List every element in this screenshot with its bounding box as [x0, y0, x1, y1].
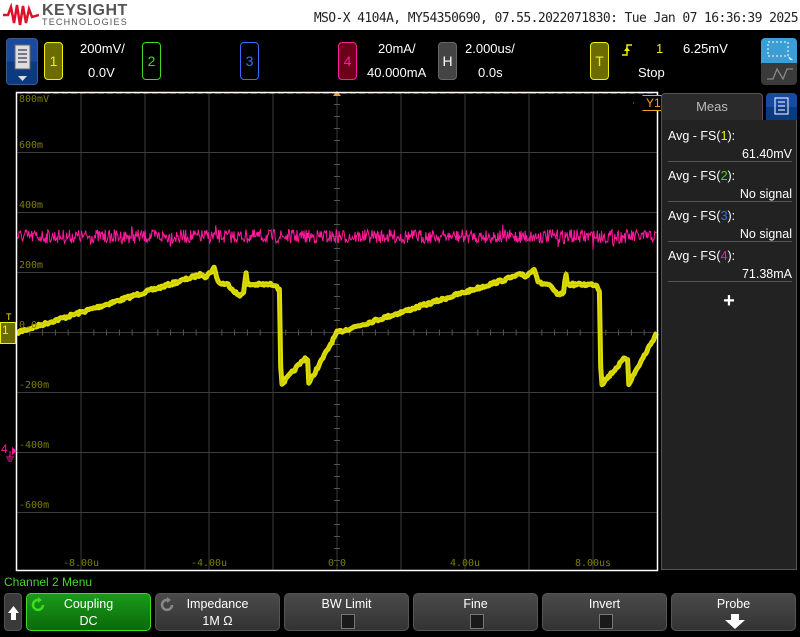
checkbox[interactable]: [470, 614, 484, 629]
add-measurement-button[interactable]: +: [662, 290, 796, 313]
x-tick-label: -4.00u: [187, 558, 231, 569]
menu-up-button[interactable]: [4, 593, 22, 631]
softkey-value: 1M Ω: [156, 614, 279, 628]
measurement-value: 71.38mA: [742, 267, 792, 281]
rotate-knob-icon: [160, 597, 176, 613]
softkey-bw-limit[interactable]: BW Limit: [284, 593, 409, 631]
channel-1-button[interactable]: 1: [44, 42, 63, 80]
measurement-name: Avg - FS(2):: [668, 169, 735, 183]
measurement-value: No signal: [740, 227, 792, 241]
softkey-title: BW Limit: [285, 597, 408, 611]
trigger-button[interactable]: T: [590, 42, 609, 80]
meas-tab[interactable]: Meas: [661, 93, 763, 121]
measurement-label: Avg - FS(: [668, 209, 721, 223]
measurement-label-end: ):: [728, 249, 736, 263]
measurement-row[interactable]: Avg - FS(1): 61.40mV: [668, 122, 792, 162]
ch1-ground-marker[interactable]: 1: [0, 322, 16, 344]
y-tick-label: -600m: [19, 500, 49, 511]
arrow-up-icon: [5, 594, 23, 632]
ch1-offset[interactable]: 0.0V: [88, 65, 115, 80]
softkey-title: Probe: [672, 597, 795, 611]
y-tick-label: 400m: [19, 200, 43, 211]
softkey-fine[interactable]: Fine: [413, 593, 538, 631]
select-zoom-button[interactable]: [761, 38, 797, 63]
rising-edge-icon: [621, 43, 633, 57]
softkey-value: DC: [27, 614, 150, 628]
y-tick-label: -200m: [19, 380, 49, 391]
measurement-channel: 2: [721, 169, 728, 183]
x-tick-label: 4.00u: [443, 558, 487, 569]
measurement-name: Avg - FS(4):: [668, 249, 735, 263]
y-tick-label: 200m: [19, 260, 43, 271]
measurement-channel: 3: [721, 209, 728, 223]
brand-sub: TECHNOLOGIES: [42, 17, 128, 27]
list-icon: [766, 93, 797, 121]
trigger-source[interactable]: 1: [656, 41, 663, 56]
measurement-label-end: ):: [728, 169, 736, 183]
measurement-value: 61.40mV: [742, 147, 792, 161]
keysight-logo-icon: [3, 3, 39, 27]
menu-icon: [7, 39, 39, 86]
channel-2-button[interactable]: 2: [142, 42, 161, 80]
measurement-name: Avg - FS(1):: [668, 129, 735, 143]
softkey-probe[interactable]: Probe: [671, 593, 796, 631]
arrow-down-icon: [724, 614, 746, 630]
run-status: Stop: [638, 65, 665, 80]
trigger-level-marker[interactable]: T: [6, 312, 12, 322]
x-tick-label: 8.00us: [571, 558, 615, 569]
measurement-label-end: ):: [728, 129, 736, 143]
x-tick-label: 0.0: [315, 558, 359, 569]
y-tick-label: 800mV: [19, 94, 49, 105]
measurement-row[interactable]: Avg - FS(2): No signal: [668, 162, 792, 202]
measurement-label-end: ):: [728, 209, 736, 223]
trigger-level[interactable]: 6.25mV: [683, 41, 728, 56]
horizontal-button[interactable]: H: [438, 42, 457, 80]
measurement-channel: 1: [721, 129, 728, 143]
title-bar: KEYSIGHT TECHNOLOGIES MSO-X 4104A, MY543…: [0, 0, 800, 30]
panel-menu-tab[interactable]: [766, 93, 797, 121]
waveform-icon: [761, 63, 797, 85]
softkey-title: Invert: [543, 597, 666, 611]
waveform-display[interactable]: [0, 91, 660, 573]
channel-3-button[interactable]: 3: [240, 42, 259, 80]
checkbox[interactable]: [599, 614, 613, 629]
measurement-label: Avg - FS(: [668, 249, 721, 263]
softkey-impedance[interactable]: Impedance 1M Ω: [155, 593, 280, 631]
time-delay[interactable]: 0.0s: [478, 65, 503, 80]
channel-4-button[interactable]: 4: [338, 42, 357, 80]
ch4-scale[interactable]: 20mA/: [378, 41, 416, 56]
x-tick-label: -8.00u: [59, 558, 103, 569]
checkbox[interactable]: [341, 614, 355, 629]
y-tick-label: 600m: [19, 140, 43, 151]
measurement-panel: Avg - FS(1): 61.40mV Avg - FS(2): No signal…: [661, 120, 797, 570]
measurement-value: No signal: [740, 187, 792, 201]
y-tick-label: -400m: [19, 440, 49, 451]
measurement-label: Avg - FS(: [668, 129, 721, 143]
measurement-channel: 4: [721, 249, 728, 263]
touch-waveform-button[interactable]: [761, 63, 797, 85]
time-scale[interactable]: 2.000us/: [465, 41, 515, 56]
instrument-title: MSO-X 4104A, MY54350690, 07.55.202207183…: [314, 11, 798, 26]
ch1-scale[interactable]: 200mV/: [80, 41, 125, 56]
ch4-ground-icon: [6, 444, 18, 464]
measurement-name: Avg - FS(3):: [668, 209, 735, 223]
menu-title: Channel 2 Menu: [4, 575, 92, 589]
softkey-title: Fine: [414, 597, 537, 611]
measurement-row[interactable]: Avg - FS(3): No signal: [668, 202, 792, 242]
ch1-marker-label: 1: [2, 323, 9, 337]
zoom-box-icon: [761, 38, 797, 63]
measurement-label: Avg - FS(: [668, 169, 721, 183]
ch4-offset[interactable]: 40.000mA: [367, 65, 426, 80]
rotate-knob-icon: [31, 597, 47, 613]
meas-title: Meas: [696, 99, 728, 114]
softkey-coupling[interactable]: Coupling DC: [26, 593, 151, 631]
main-menu-button[interactable]: [6, 38, 38, 85]
y-tick-label: 0.0: [19, 320, 37, 331]
softkey-invert[interactable]: Invert: [542, 593, 667, 631]
measurement-row[interactable]: Avg - FS(4): 71.38mA: [668, 242, 792, 282]
